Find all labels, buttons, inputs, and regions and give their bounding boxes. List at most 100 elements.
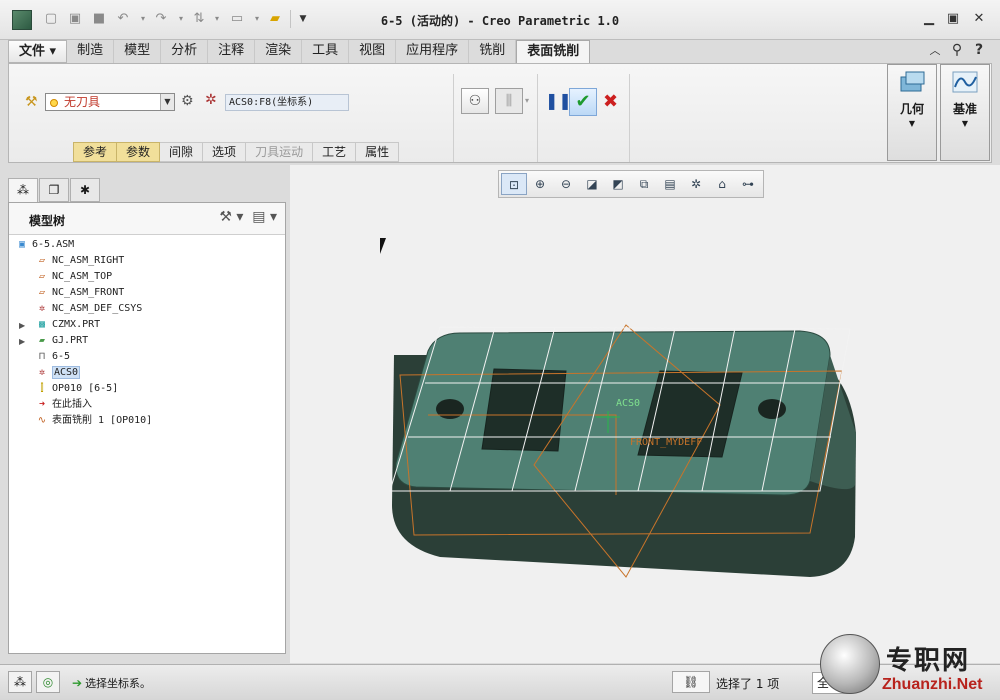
- tool-value: 无刀具: [64, 95, 101, 109]
- model-tree-toggle-icon[interactable]: ⁂: [8, 671, 32, 693]
- subtab-process[interactable]: 工艺: [313, 142, 357, 162]
- ribbon-body: ⚒ 无刀具 ▼ ⚙ ✲ ACS0:F8(坐标系) ⚇ ⫼ ▾ ❚❚ ✔ ✖ 参考…: [8, 63, 992, 163]
- collapse-ribbon-icon[interactable]: ︿: [926, 42, 944, 58]
- tool-select[interactable]: 无刀具 ▼: [45, 93, 175, 111]
- maximize-icon[interactable]: ▣: [944, 10, 962, 28]
- zoom-in-icon[interactable]: ⊕: [527, 173, 553, 195]
- geometry-group-button[interactable]: 几何 ▼: [887, 64, 937, 161]
- tab-tools[interactable]: 工具: [302, 40, 350, 63]
- tab-applications[interactable]: 应用程序: [396, 40, 470, 63]
- close-icon[interactable]: ✕: [970, 10, 988, 28]
- simulation-icon[interactable]: ⚇: [461, 88, 489, 114]
- group-separator: [453, 74, 454, 162]
- subtab-options[interactable]: 选项: [203, 142, 247, 162]
- find-icon[interactable]: ⛓: [672, 671, 710, 693]
- view-manager-icon[interactable]: ▤: [657, 173, 683, 195]
- tree-item-gj-prt[interactable]: ▰ GJ.PRT: [35, 333, 88, 349]
- tree-item-nc-asm-def-csys[interactable]: ✲ NC_ASM_DEF_CSYS: [35, 301, 142, 317]
- chevron-down-icon[interactable]: ▼: [160, 94, 174, 110]
- datum-plane-icon: ▱: [38, 287, 46, 298]
- tree-item-op010[interactable]: ⫿ OP010 [6-5]: [35, 381, 118, 397]
- status-message: ➔ 选择坐标系。: [72, 676, 152, 690]
- zoom-out-icon[interactable]: ⊖: [553, 173, 579, 195]
- tree-item-acs0[interactable]: ✲ ACS0: [35, 365, 81, 381]
- title-bar: ▢ ▣ ■ ↶ ▾ ↷ ▾ ⇅ ▾ ▭ ▾ ▰ ▼ 6-5 (活动的) - Cr…: [0, 0, 1000, 40]
- saved-views-icon[interactable]: ⧉: [631, 173, 657, 195]
- pocket-left: [481, 368, 567, 452]
- folder-browser-tab-icon[interactable]: ❐: [39, 178, 69, 202]
- watermark: 专职网 Zhuanzhi.Net: [820, 634, 1000, 700]
- pause-button[interactable]: ❚❚: [545, 91, 572, 110]
- favorites-tab-icon[interactable]: ✱: [70, 178, 100, 202]
- tree-item-nc-asm-top[interactable]: ▱ NC_ASM_TOP: [35, 269, 112, 285]
- tab-face-milling[interactable]: 表面铣削: [516, 40, 591, 64]
- tree-item-nc-asm-front[interactable]: ▱ NC_ASM_FRONT: [35, 285, 124, 301]
- tree-item-asm[interactable]: ▣ 6-5.ASM: [15, 237, 74, 253]
- datum-label: FRONT_MYDEFF: [630, 437, 702, 448]
- repaint-icon[interactable]: ◪: [579, 173, 605, 195]
- ribbon-tabs: 文件 ▾ 制造 模型 分析 注释 渲染 工具 视图 应用程序 铣削 表面铣削: [8, 40, 591, 64]
- search-icon[interactable]: ⚲: [948, 42, 966, 58]
- tree-item-workcell[interactable]: ⊓ 6-5: [35, 349, 70, 365]
- tab-annotate[interactable]: 注释: [208, 40, 256, 63]
- subtab-parameters[interactable]: 参数: [117, 142, 161, 162]
- graphics-viewport[interactable]: ACS0 FRONT_MYDEFF: [290, 165, 1000, 663]
- tab-model[interactable]: 模型: [114, 40, 162, 63]
- tab-analysis[interactable]: 分析: [161, 40, 209, 63]
- chevron-down-icon: ▼: [961, 119, 969, 128]
- model-tree-tab-icon[interactable]: ⁂: [8, 178, 38, 202]
- window-title: 6-5 (活动的) - Creo Parametric 1.0: [380, 14, 620, 28]
- display-style-icon[interactable]: ◩: [605, 173, 631, 195]
- tree-item-czmx-prt[interactable]: ▩ CZMX.PRT: [35, 317, 100, 333]
- geometry-label: 几何: [899, 102, 924, 116]
- refit-icon[interactable]: ⊡: [501, 173, 527, 195]
- geometry-icon: [900, 71, 925, 92]
- confirm-button[interactable]: ✔: [569, 88, 597, 116]
- browser-toggle-icon[interactable]: ◎: [36, 671, 60, 693]
- datum-label: 基准: [952, 102, 977, 116]
- datum-plane-icon: ▱: [38, 271, 46, 282]
- datum-icon: [952, 71, 978, 93]
- verify-toolpath-icon: ⫼: [495, 88, 523, 114]
- tab-view[interactable]: 视图: [349, 40, 397, 63]
- csys-icon: ✲: [38, 303, 46, 314]
- navigator-tabs: ⁂ ❐ ✱: [8, 178, 101, 202]
- subtab-properties[interactable]: 属性: [356, 142, 400, 162]
- tree-item-face-milling[interactable]: ∿ 表面铣削 1 [OP010]: [35, 413, 152, 429]
- coordinate-system-field[interactable]: ACS0:F8(坐标系): [225, 94, 349, 111]
- expand-icon[interactable]: ▶: [19, 321, 25, 330]
- watermark-title: 专职网: [886, 646, 971, 676]
- help-icon[interactable]: ?: [970, 42, 988, 58]
- tree-settings-icon[interactable]: ⚒ ▾ ▤ ▾: [219, 209, 277, 225]
- hole-right: [758, 399, 786, 419]
- tab-milling[interactable]: 铣削: [469, 40, 517, 63]
- tab-file[interactable]: 文件 ▾: [8, 40, 68, 63]
- tab-render[interactable]: 渲染: [255, 40, 303, 63]
- cancel-button[interactable]: ✖: [603, 91, 618, 112]
- group-separator: [629, 74, 630, 162]
- expand-icon[interactable]: ▶: [19, 337, 25, 346]
- subtab-references[interactable]: 参考: [73, 142, 118, 162]
- tool-manager-icon[interactable]: ⚙: [181, 93, 194, 109]
- tab-manufacture[interactable]: 制造: [67, 40, 115, 63]
- part-icon: ▩: [38, 319, 46, 330]
- watermark-url: Zhuanzhi.Net: [882, 676, 983, 693]
- model-tree-title: 模型树: [29, 214, 66, 228]
- datum-display-icon[interactable]: ✲: [683, 173, 709, 195]
- insert-here-icon: ➜: [38, 399, 46, 410]
- feature-subtabs: 参考 参数 间隙 选项 刀具运动 工艺 属性: [73, 142, 400, 162]
- tool-status-icon: [50, 99, 58, 107]
- tree-item-nc-asm-right[interactable]: ▱ NC_ASM_RIGHT: [35, 253, 124, 269]
- model-view[interactable]: ACS0 FRONT_MYDEFF: [290, 165, 1000, 663]
- model-tree-header: 模型树 ⚒ ▾ ▤ ▾: [9, 203, 285, 235]
- subtab-clearance[interactable]: 间隙: [160, 142, 204, 162]
- tree-item-insert-here[interactable]: ➜ 在此插入: [35, 397, 92, 413]
- annotation-display-icon[interactable]: ⌂: [709, 173, 735, 195]
- csys-icon: ✲: [205, 92, 217, 108]
- minimize-icon[interactable]: ▁: [920, 10, 938, 28]
- face-milling-icon: ∿: [37, 415, 47, 426]
- datum-plane-icon: ▱: [38, 255, 46, 266]
- spin-center-icon[interactable]: ⊶: [735, 173, 761, 195]
- datum-group-button[interactable]: 基准 ▼: [940, 64, 990, 161]
- verify-dropdown-icon: ▾: [525, 96, 530, 105]
